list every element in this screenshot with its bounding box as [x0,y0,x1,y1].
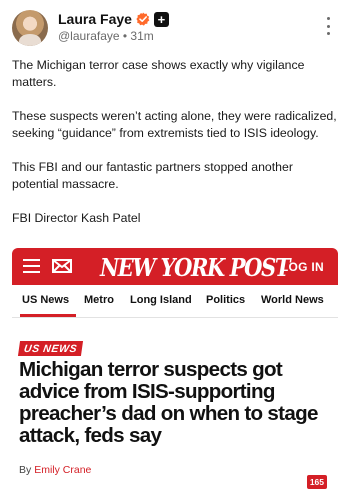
count-badge: 165 [306,475,327,489]
more-options-icon[interactable] [324,17,332,35]
login-link[interactable]: LOG IN [281,260,324,274]
hamburger-menu-icon[interactable] [23,259,40,273]
active-tab-indicator [20,314,76,317]
byline: By Emily Crane [19,464,91,476]
post-paragraph: The Michigan terror case shows exactly w… [12,58,305,89]
handle-timestamp: @laurafaye • 31m [58,29,154,43]
name-row: Laura Faye + [58,10,169,28]
verified-badge-icon [136,12,150,26]
plus-badge-icon: + [153,11,169,27]
avatar[interactable] [12,10,48,46]
mail-icon[interactable] [52,259,72,273]
nav-tab-metro[interactable]: Metro [84,294,114,306]
nav-tab-politics[interactable]: Politics [206,294,245,306]
post-header: Laura Faye + @laurafaye • 31m [12,9,338,49]
article-headline[interactable]: Michigan terror suspects got advice from… [19,359,337,447]
section-nav: US News Metro Long Island Politics World… [12,285,338,318]
nyp-header-bar: NEW YORK POST LOG IN [12,248,338,285]
post-paragraph: These suspects weren’t acting alone, the… [12,109,337,140]
byline-prefix: By [19,464,32,476]
nav-tab-us-news[interactable]: US News [22,294,69,306]
post-body: The Michigan terror case shows exactly w… [12,57,340,244]
post-signature: FBI Director Kash Patel [12,211,141,225]
nyp-logo[interactable]: NEW YORK POST [100,253,290,282]
section-label[interactable]: US NEWS [17,341,84,356]
byline-author[interactable]: Emily Crane [34,464,91,476]
nav-tab-long-island[interactable]: Long Island [130,294,192,306]
nav-tab-world-news[interactable]: World News [261,294,324,306]
display-name[interactable]: Laura Faye [58,11,132,27]
post-paragraph: This FBI and our fantastic partners stop… [12,160,293,191]
article-embed-card[interactable]: NEW YORK POST LOG IN US News Metro Long … [12,248,338,500]
